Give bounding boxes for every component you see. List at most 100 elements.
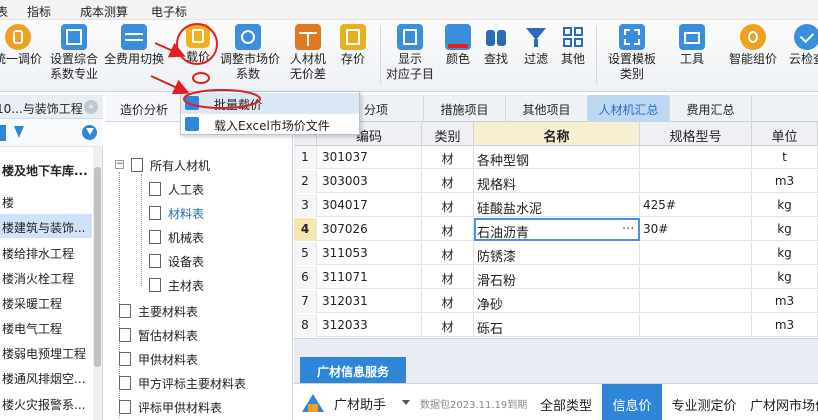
save-price-button[interactable]: 存价 [336, 24, 370, 67]
project-item[interactable]: 楼火灾报警系... [0, 391, 92, 415]
table-icon [119, 328, 131, 342]
menu-item-table[interactable]: 表 [0, 3, 8, 20]
switch-icon [121, 24, 147, 50]
cell-ellipsis-button[interactable]: ··· [622, 222, 634, 237]
expander-minus[interactable]: − [115, 160, 124, 169]
load-price-dropdown-menu: 批量载价 载入Excel市场价文件 [180, 91, 360, 135]
project-item[interactable]: 楼电气工程 [0, 315, 92, 339]
paint-bucket-icon [445, 24, 471, 50]
project-item[interactable]: 楼采暖工程 [0, 290, 92, 314]
col-header-name[interactable]: 名称 [474, 122, 640, 146]
binoculars-icon [483, 24, 509, 50]
project-item[interactable]: 楼消火栓工程 [0, 265, 92, 289]
ribbon-separator [596, 26, 597, 84]
collapse-icon[interactable]: « [84, 100, 98, 114]
material-grid: 编码 类别 名称 规格型号 单位 1 301037 材 各种型钢 t 2 303… [294, 122, 818, 338]
tree-line [141, 174, 142, 286]
ribbon-separator [380, 26, 381, 84]
adjust-market-price-button[interactable]: 调整市场价 系数 [220, 24, 280, 82]
unified-price-icon [5, 24, 31, 50]
find-button[interactable]: 查找 [478, 24, 514, 67]
excel-icon [185, 117, 199, 131]
no-price-diff-button[interactable]: 人材机 无价差 [284, 24, 332, 82]
project-item[interactable]: 楼弱电预埋工程 [0, 340, 92, 364]
cloud-check-button[interactable]: 云检查 [784, 24, 818, 67]
table-icon [119, 376, 131, 390]
menu-item-load-excel-price[interactable]: 载入Excel市场价文件 [181, 114, 359, 135]
unified-price-button[interactable]: 统一调价 [0, 24, 42, 67]
table-row-selected[interactable]: 4 307026 材 石油沥青 ··· 30# kg [294, 218, 818, 241]
document-icon [149, 230, 161, 244]
chevron-down-icon[interactable] [402, 400, 410, 405]
tab-material-info-service[interactable]: 广材信息服务 [300, 357, 406, 383]
main-tab-bar: 分项 措施项目 其他项目 人材机汇总 费用汇总 [294, 95, 818, 122]
info-service-panel: 广材信息服务 广材助手 数据包2023.11.19到期 全部类型 信息价 专业测… [294, 338, 818, 420]
table-row[interactable]: 6 311071 材 滑石粉 kg [294, 266, 818, 289]
col-header-unit[interactable]: 单位 [752, 122, 818, 146]
name-cell-editing[interactable]: 石油沥青 ··· [474, 218, 640, 241]
full-cost-switch-button[interactable]: 全费用切换 [102, 24, 166, 67]
set-coefficient-button[interactable]: 设置综合 系数专业 [46, 24, 102, 82]
category-info-price[interactable]: 信息价 [602, 384, 662, 420]
load-price-button[interactable]: 载价 [176, 24, 220, 65]
project-item[interactable]: 楼通风排烟空... [0, 365, 92, 389]
tab-other-items[interactable]: 其他项目 [506, 95, 588, 122]
scrollbar-thumb[interactable] [94, 167, 101, 367]
project-scrollbar[interactable] [93, 147, 102, 420]
smart-pricing-button[interactable]: 智能组价 [724, 24, 782, 67]
menu-item-e-bid[interactable]: 电子标 [151, 3, 187, 20]
category-professional-price[interactable]: 专业测定价 [662, 384, 746, 420]
color-button[interactable]: 颜色 [440, 24, 476, 67]
table-icon [119, 400, 131, 414]
ribbon-toolbar: 统一调价 设置综合 系数专业 全费用切换 载价 调整市场价 系数 人材机 无价差… [0, 20, 818, 92]
table-row[interactable]: 5 311053 材 防锈漆 kg [294, 242, 818, 265]
tab-material-summary[interactable]: 人材机汇总 [588, 95, 670, 122]
show-subitem-icon [397, 24, 423, 50]
tools-button[interactable]: 工具 [674, 24, 710, 67]
load-price-icon [186, 24, 210, 48]
adjust-price-icon [235, 24, 261, 50]
batch-load-icon [185, 96, 199, 110]
table-icon [131, 158, 143, 172]
filter-button[interactable]: 过滤 [518, 24, 554, 67]
scale-icon [295, 24, 321, 50]
other-button[interactable]: 其他 [556, 24, 590, 67]
category-market-price[interactable]: 广材网市场价 [746, 384, 818, 420]
table-icon [119, 352, 131, 366]
document-icon [149, 206, 161, 220]
project-toolbar [0, 119, 103, 147]
download-icon[interactable] [82, 125, 97, 140]
document-icon [149, 182, 161, 196]
menu-item-batch-load-price[interactable]: 批量载价 [181, 93, 359, 114]
menu-item-indicator[interactable]: 指标 [27, 3, 51, 20]
col-header-type[interactable]: 类别 [422, 122, 474, 146]
project-title: 10...与装饰工程 [0, 102, 83, 116]
tab-measures[interactable]: 措施项目 [424, 95, 506, 122]
tab-cost-analysis[interactable]: 造价分析 [120, 101, 168, 118]
project-item-selected[interactable]: 楼建筑与装饰... [0, 214, 92, 238]
save-price-icon [340, 24, 366, 50]
set-template-button[interactable]: 设置模板 类别 [602, 24, 662, 82]
tab-cost-summary[interactable]: 费用汇总 [670, 95, 752, 122]
up-arrow-icon[interactable] [0, 125, 6, 141]
document-icon [149, 254, 161, 268]
material-tree: − 所有人材机 人工表 材料表 机械表 设备表 主材表 主要材料表 暂估材料表 … [105, 122, 293, 420]
col-header-spec[interactable]: 规格型号 [640, 122, 752, 146]
table-row[interactable]: 1 301037 材 各种型钢 t [294, 146, 818, 169]
project-item[interactable]: 楼及地下车库... [0, 157, 92, 181]
table-row[interactable]: 8 312033 材 砾石 m3 [294, 314, 818, 337]
table-row[interactable]: 2 303003 材 规格料 m3 [294, 170, 818, 193]
app-window: 表 指标 成本测算 电子标 统一调价 设置综合 系数专业 全费用切换 载价 调整… [0, 0, 818, 420]
show-subitem-button[interactable]: 显示 对应子目 [386, 24, 434, 82]
grid-icon [560, 24, 586, 50]
table-row[interactable]: 7 312031 材 净砂 m3 [294, 290, 818, 313]
down-arrow-icon[interactable] [14, 126, 24, 138]
smart-pricing-icon [740, 24, 766, 50]
menu-item-cost-estimate[interactable]: 成本测算 [80, 3, 128, 20]
project-panel-header: 10...与装饰工程 « [0, 95, 103, 119]
project-item[interactable]: 楼 [0, 189, 92, 213]
category-all-types[interactable]: 全部类型 [532, 384, 600, 420]
filter-icon [523, 24, 549, 50]
project-item[interactable]: 楼给排水工程 [0, 240, 92, 264]
table-row[interactable]: 3 304017 材 硅酸盐水泥 425# kg [294, 194, 818, 217]
